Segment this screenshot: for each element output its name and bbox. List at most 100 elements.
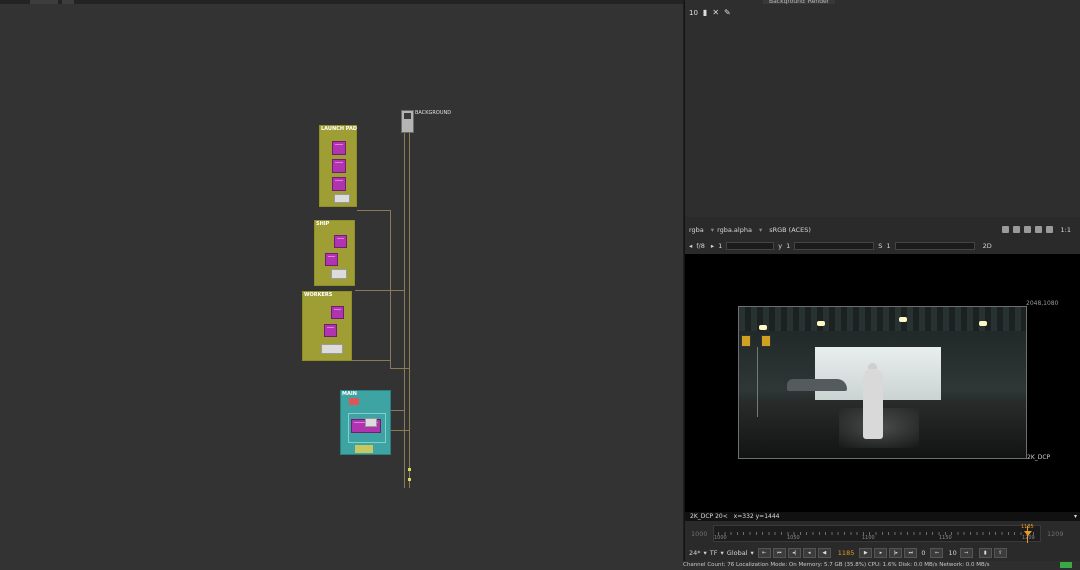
colorspace-dropdown[interactable]: sRGB (ACES) — [769, 226, 811, 234]
current-frame-field[interactable]: 1185 — [838, 549, 855, 557]
view-mode-dropdown[interactable]: 2D — [983, 242, 992, 250]
dot-node[interactable] — [408, 478, 411, 481]
export-icon[interactable]: ⇪ — [993, 547, 1007, 558]
fullframe-icon[interactable] — [1034, 226, 1042, 233]
node-group[interactable] — [325, 253, 338, 266]
background-node-label: BACKGROUND — [415, 110, 452, 116]
tf-dropdown[interactable]: TF — [710, 549, 718, 557]
skip-frames-value[interactable]: 10 — [948, 549, 956, 557]
saturation-value[interactable]: 1 — [886, 242, 890, 250]
dot-node[interactable] — [408, 468, 411, 471]
status-bar: Channel Count: 76 Localization Mode: On … — [683, 561, 1080, 570]
refresh-icon[interactable] — [1023, 226, 1031, 233]
play-icon[interactable]: ▶ — [859, 547, 873, 558]
node-group[interactable] — [321, 344, 343, 354]
timeline-end-frame[interactable]: 1209 — [1047, 530, 1064, 538]
lock-icon[interactable]: ▮ — [978, 547, 992, 558]
roi-icon[interactable] — [1001, 226, 1009, 233]
properties-panel[interactable]: Background_Render 10 ▮ ✕ ✎ — [684, 0, 1080, 217]
fps-dropdown[interactable]: 24* — [689, 549, 701, 557]
viewer-panel[interactable]: rgba ▾ rgba.alpha ▾ sRGB (ACES) 1:1 ◂ f/8 … — [684, 217, 1080, 570]
node-group[interactable] — [332, 159, 346, 173]
pencil-icon[interactable]: ✎ — [724, 8, 731, 17]
node-group[interactable] — [332, 177, 346, 191]
pipe-wire — [355, 290, 404, 291]
in-out-icon[interactable]: ⇤ — [757, 547, 771, 558]
backdrop-workers[interactable]: WORKERS — [302, 291, 352, 361]
fstop-down-icon[interactable]: ◂ — [689, 242, 692, 250]
play-reverse-icon[interactable]: ◀ — [817, 547, 831, 558]
node-group[interactable] — [334, 235, 347, 248]
pipe-wire — [390, 368, 409, 369]
node-group[interactable] — [365, 418, 377, 427]
image-work-lamp — [741, 335, 751, 347]
pipe-wire — [391, 430, 409, 431]
graph-tab[interactable] — [62, 0, 74, 4]
rendered-image[interactable] — [738, 306, 1027, 459]
chevron-down-icon[interactable]: ▾ — [1074, 512, 1077, 521]
timeline-tick-label: 1150 — [939, 535, 952, 541]
gamma-slider[interactable] — [794, 241, 875, 250]
gamma-value[interactable]: 1 — [786, 242, 790, 250]
zoom-dropdown[interactable]: 1:1 — [1061, 226, 1071, 234]
skip-forward-icon[interactable]: ⇒ — [959, 547, 973, 558]
close-all-icon[interactable]: ✕ — [712, 8, 719, 17]
image-work-lamp — [761, 335, 771, 347]
clipping-icon[interactable] — [1012, 226, 1020, 233]
channels-dropdown[interactable]: rgba — [689, 226, 704, 234]
image-light — [899, 317, 907, 322]
playhead-marker-icon[interactable] — [1024, 531, 1032, 536]
backdrop-main[interactable]: MAIN — [340, 390, 391, 455]
properties-tab[interactable]: Background_Render — [763, 0, 836, 4]
fstop-value[interactable]: f/8 — [696, 242, 705, 250]
info-format: 2K_DCP 20< — [690, 513, 728, 520]
viewer-viewport[interactable]: 2048,1080 2K_DCP — [685, 254, 1080, 512]
chevron-down-icon: ▾ — [720, 548, 724, 557]
node-group[interactable] — [332, 141, 346, 155]
loop-count-value[interactable]: 0 — [921, 549, 925, 557]
gain-value[interactable]: 1 — [718, 242, 722, 250]
node-group[interactable] — [331, 306, 344, 319]
gain-slider[interactable] — [726, 241, 775, 250]
chevron-down-icon: ▾ — [710, 225, 715, 234]
viewer-toolbar-bottom: ◂ f/8 ▸ 1 y 1 S 1 2D — [685, 238, 1080, 253]
backdrop-ship[interactable]: SHIP — [314, 220, 355, 286]
fstop-up-icon[interactable]: ▸ — [711, 242, 714, 250]
alpha-channel-dropdown[interactable]: rgba.alpha — [717, 226, 752, 234]
next-keyframe-icon[interactable]: |▸ — [889, 547, 903, 558]
first-frame-icon[interactable]: ⏮ — [772, 547, 786, 558]
viewer-info-bar: 2K_DCP 20< x=332 y=1444 ▾ — [685, 512, 1080, 521]
info-coordinates: x=332 y=1444 — [733, 513, 780, 520]
pause-icon[interactable] — [1045, 226, 1053, 233]
saturation-slider[interactable] — [894, 241, 975, 250]
last-frame-icon[interactable]: ⏭ — [904, 547, 918, 558]
skip-back-icon[interactable]: ⇐ — [930, 547, 944, 558]
viewer-toolbar-top: rgba ▾ rgba.alpha ▾ sRGB (ACES) 1:1 — [685, 222, 1080, 237]
image-light — [759, 325, 767, 330]
step-forward-icon[interactable]: ▸ — [874, 547, 888, 558]
backdrop-launch-pad[interactable]: LAUNCH PAD — [319, 125, 357, 207]
timeline-track[interactable]: 1000 1050 1100 1150 1209 1185 — [713, 524, 1041, 543]
pipe-wire — [391, 410, 404, 411]
pipe-wire — [390, 210, 391, 368]
range-mode-dropdown[interactable]: Global — [727, 549, 748, 557]
node-group[interactable] — [355, 445, 373, 453]
node-group[interactable] — [331, 269, 347, 279]
node-group[interactable] — [334, 194, 350, 203]
node-group[interactable] — [349, 398, 359, 405]
background-read-node[interactable] — [401, 110, 414, 133]
image-lamp-stand — [757, 347, 758, 417]
node-thumbnail — [404, 113, 411, 119]
timeline-tick-label: 1050 — [787, 535, 800, 541]
max-panels-value[interactable]: 10 — [689, 9, 698, 17]
step-back-icon[interactable]: ◂ — [802, 547, 816, 558]
node-group[interactable] — [324, 324, 337, 337]
lock-icon[interactable]: ▮ — [703, 8, 707, 17]
graph-tab[interactable] — [30, 0, 58, 4]
timeline-start-frame[interactable]: 1000 — [691, 530, 708, 538]
timeline[interactable]: 1000 1000 1050 1100 1150 1209 1185 1209 — [685, 522, 1080, 544]
backdrop-label: WORKERS — [304, 292, 333, 298]
chevron-down-icon: ▾ — [703, 548, 707, 557]
previous-keyframe-icon[interactable]: ◂| — [787, 547, 801, 558]
node-graph-panel[interactable]: LAUNCH PAD SHIP WORKERS MAIN BACKGROUND — [0, 0, 683, 570]
